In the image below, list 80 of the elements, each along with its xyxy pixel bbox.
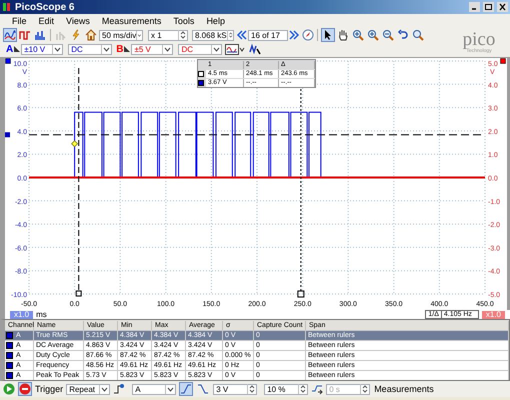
lightning-icon [70,29,82,41]
menu-item[interactable]: File [12,16,27,26]
pre-trigger-field[interactable]: 10 % [264,384,308,394]
caret-icon [101,44,112,54]
hand-icon [337,29,349,41]
range-select[interactable]: ±5 V [131,44,174,54]
chart-icon [55,29,67,41]
falling-edge-icon [197,383,210,395]
close-icon[interactable] [497,2,508,12]
window-title: PicoScope 6 [15,2,76,12]
ruler-handle-icon[interactable] [297,290,304,298]
buffer-field[interactable]: 16 of 17 [248,30,288,40]
trigger-marker-icon[interactable] [71,140,78,148]
multiplier-field[interactable]: x 1 [148,30,188,40]
mode-button[interactable] [3,28,17,42]
trigger-source-select[interactable]: A [132,384,176,394]
axis-unit: ms [36,310,48,319]
edge-button[interactable] [196,382,210,396]
spin-arrows-icon [247,384,256,394]
compass-icon[interactable] [302,29,314,41]
caret-icon [99,384,110,394]
channel-label: A [6,44,14,54]
caret-icon [162,44,172,54]
range-select[interactable]: ±10 V [21,44,64,54]
measurements-button[interactable]: Measurements [373,382,435,396]
bar-chart-icon [34,29,46,41]
delay-icon[interactable] [311,383,324,395]
channel-options-icon[interactable] [14,46,20,52]
previous-icon[interactable] [235,29,247,41]
mode-button[interactable] [33,28,47,42]
timebase-select[interactable]: 50 ms/div [99,30,143,40]
toolbar-button[interactable] [84,28,98,42]
spin-arrows-icon [298,384,308,394]
coupling-select[interactable]: DC [178,44,222,54]
ruler-handle-icon[interactable] [5,132,10,138]
app-icon [2,2,12,12]
tool-button[interactable] [336,28,350,42]
trigger-label: Trigger [35,384,64,394]
channel-label: B [116,44,124,54]
channel-options-icon[interactable] [124,46,130,52]
tool-button[interactable] [396,28,410,42]
home-icon [85,29,97,41]
ruler-marker-icon [198,70,204,76]
waveform-icon [4,29,16,41]
menu-item[interactable]: Edit [38,16,54,26]
play-icon[interactable] [3,383,15,395]
caret-icon [165,384,176,394]
edge-button[interactable] [179,382,194,396]
ruler-line[interactable] [300,88,302,292]
ruler-line[interactable] [78,68,80,292]
minimize-icon[interactable] [469,2,480,12]
threshold-field[interactable]: 3 V [213,384,258,394]
next-icon[interactable] [289,29,301,41]
menu-item[interactable]: Help [206,16,225,26]
menu-item[interactable]: Measurements [102,16,162,26]
signal-generator-button[interactable] [223,42,248,56]
spin-arrows-icon [226,30,233,40]
logo-text: pico [462,31,496,48]
caret-icon [52,44,62,54]
trigger-settings-icon[interactable] [113,383,126,395]
square-wave-icon [19,29,31,41]
rising-edge-icon [180,383,192,395]
caret-icon [211,44,222,54]
coupling-select[interactable]: DC [68,44,112,54]
samples-field[interactable]: 8.068 kS [192,30,234,40]
caret-icon [136,30,142,40]
undo-icon [397,29,409,41]
pointer-icon [322,29,334,41]
zoom-out-icon [382,29,394,41]
menu-item[interactable]: Tools [173,16,194,26]
stop-button[interactable] [18,382,32,396]
spin-arrows-icon [360,384,370,394]
spin-arrows-icon [178,30,187,40]
ruler-marker-icon [198,80,204,86]
menu-item[interactable]: Views [66,16,90,26]
trigger-mode-select[interactable]: Repeat [66,384,110,394]
ruler-handle-icon[interactable] [76,290,82,296]
maximize-icon[interactable] [483,2,494,12]
math-channel-button[interactable] [248,42,262,56]
tool-button[interactable] [321,28,335,42]
